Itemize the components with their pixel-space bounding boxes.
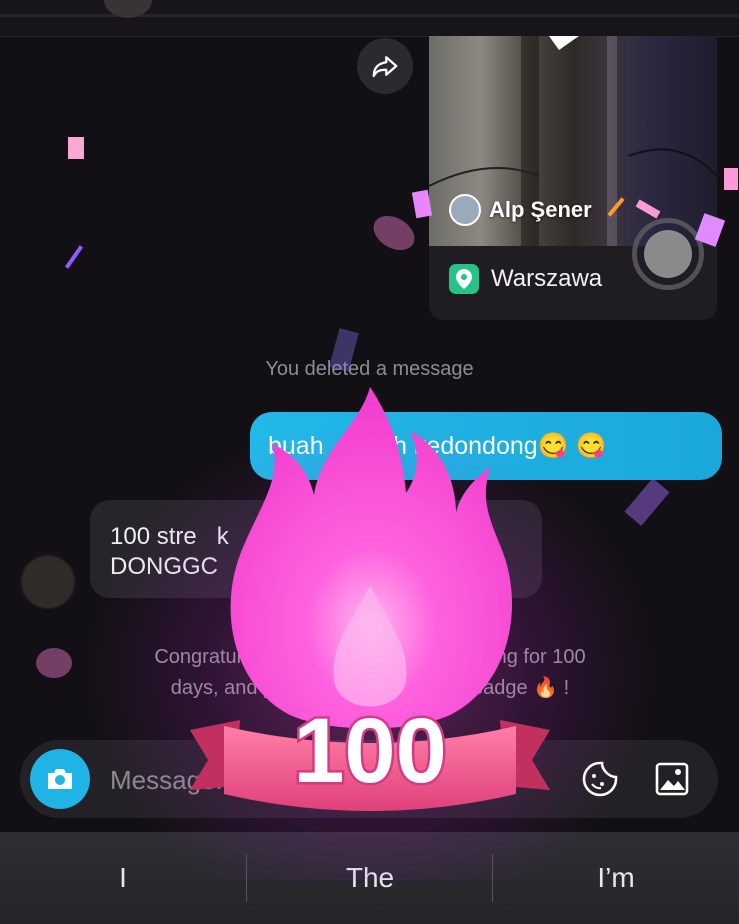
confetti (36, 648, 72, 678)
streak-notice-line1: Congratulat oing for 100 (154, 646, 586, 668)
sticker-button[interactable] (578, 757, 622, 801)
video-author[interactable]: Alp Şener (449, 194, 592, 226)
confetti (367, 209, 421, 257)
author-name: Alp Şener (489, 197, 592, 222)
top-bar (0, 0, 739, 37)
incoming-message-line2: DONGGC (110, 553, 218, 580)
record-button[interactable] (632, 218, 704, 290)
image-button[interactable] (650, 757, 694, 801)
streak-notice: Congratulat oing for 100 days, and yo k … (90, 642, 650, 704)
outgoing-message-text: buah ah kedondong😋 😋 (268, 431, 607, 460)
contact-avatar[interactable] (20, 554, 76, 610)
message-input[interactable] (108, 760, 412, 800)
location-name: Warszawa (491, 265, 603, 292)
share-icon (372, 56, 398, 78)
incoming-message[interactable]: 100 stre k DONGGC (90, 500, 542, 598)
suggestion-2[interactable]: The (247, 832, 493, 924)
confetti (64, 245, 84, 269)
location-pin-icon (449, 264, 479, 294)
confetti (624, 478, 670, 526)
message-composer (20, 740, 718, 818)
keyboard-suggestion-bar: I The I’m (0, 832, 739, 924)
incoming-message-line1: 100 stre k (110, 523, 229, 550)
confetti (68, 137, 84, 159)
share-button[interactable] (357, 38, 413, 94)
sticker-icon (582, 761, 618, 797)
suggestion-3[interactable]: I’m (493, 832, 739, 924)
camera-button[interactable] (30, 749, 90, 809)
confetti (724, 168, 738, 190)
image-icon (655, 762, 689, 796)
outgoing-message[interactable]: buah ah kedondong😋 😋 (250, 412, 722, 480)
author-avatar (449, 194, 481, 226)
system-note: You deleted a message (265, 358, 474, 380)
suggestion-1[interactable]: I (0, 832, 246, 924)
streak-notice-line2: days, and yo k badge 🔥 ! (170, 677, 570, 699)
top-divider (0, 14, 739, 17)
location-row[interactable]: Warszawa (449, 264, 602, 294)
camera-icon (48, 769, 72, 789)
